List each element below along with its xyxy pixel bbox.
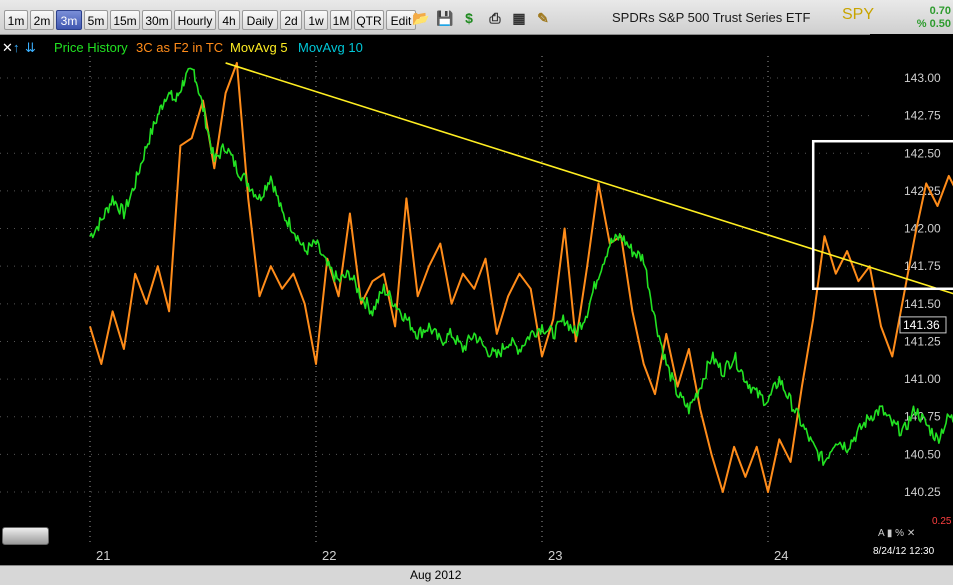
month-label: Aug 2012 (410, 568, 462, 582)
x-tick-label: 23 (548, 548, 562, 563)
indicator-line[interactable] (89, 61, 953, 493)
y-tick-label: 140.25 (904, 485, 941, 499)
y-tick-label: 141.25 (904, 334, 941, 348)
y-tick-label: 143.00 (904, 71, 941, 85)
last-price-label: 141.36 (903, 318, 940, 332)
y-tick-label: 142.00 (904, 222, 941, 236)
x-tick-label: 24 (774, 548, 788, 563)
y-tick-label: 142.25 (904, 184, 941, 198)
x-tick-label: 21 (96, 548, 110, 563)
time-axis-bar: Aug 2012 (0, 565, 870, 585)
price-chart[interactable]: 21 22 23 24 143.00 142.75 142.50 142.25 142.00 14… (0, 0, 953, 584)
mini-controls[interactable]: A ▮ % ✕ (878, 528, 915, 539)
y-tick-label: 141.50 (904, 297, 941, 311)
y-tick-label: 142.50 (904, 146, 941, 160)
x-tick-label: 22 (322, 548, 336, 563)
timestamp: 8/24/12 12:30 (873, 546, 935, 557)
lower-tick-label: 0.25 (932, 516, 952, 527)
scroll-handle[interactable] (2, 527, 49, 545)
y-tick-label: 141.00 (904, 372, 941, 386)
y-tick-label: 140.50 (904, 447, 941, 461)
corner-panel (870, 565, 953, 585)
y-tick-label: 142.75 (904, 109, 941, 123)
